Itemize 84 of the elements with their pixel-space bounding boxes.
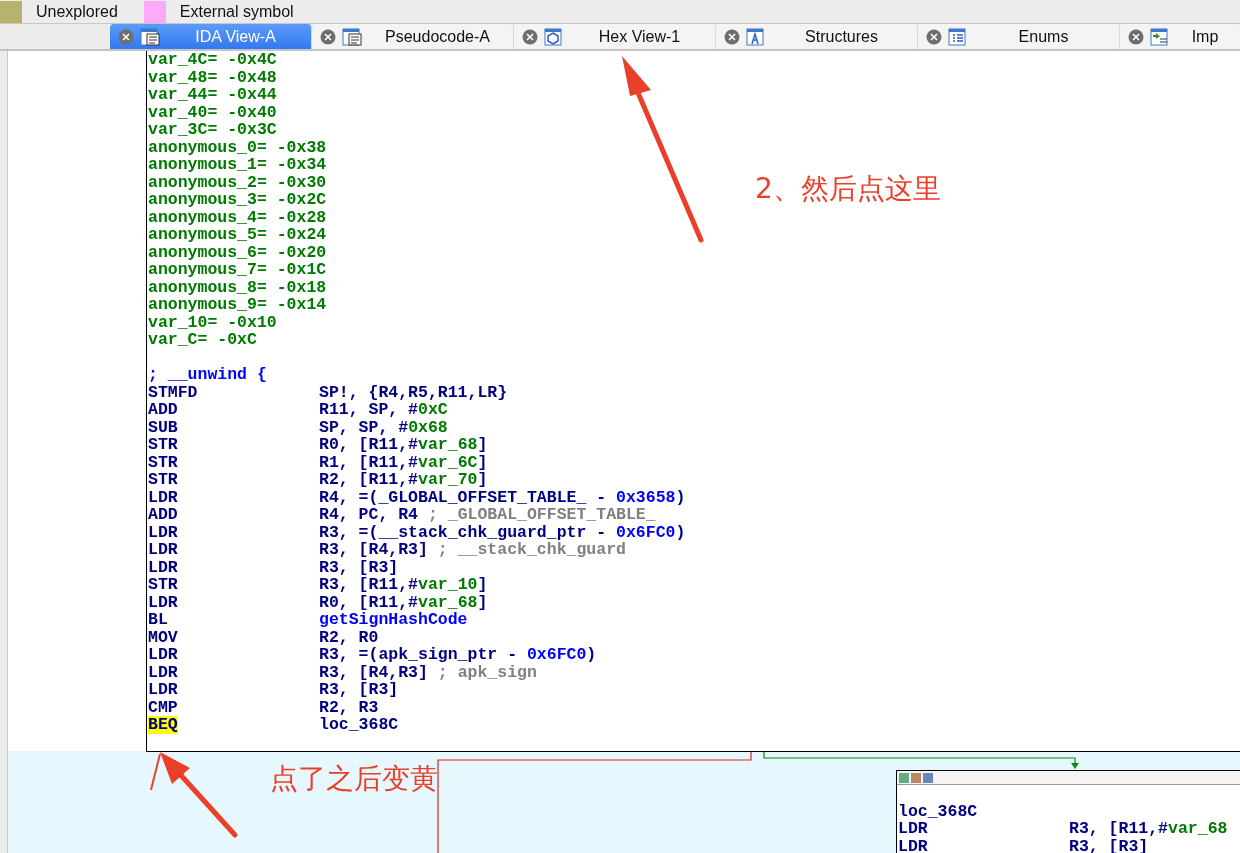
instruction-mnemonic: ADD [148, 401, 178, 419]
instruction-operands: R1, [R11,#var_6C] [319, 453, 488, 471]
instruction-operands: SP, SP, #0x68 [319, 418, 448, 436]
instruction-operands: R0, [R11,#var_68] [319, 593, 488, 611]
close-icon[interactable] [320, 28, 336, 45]
stack-variable: var_C= -0xC [148, 331, 257, 349]
close-icon[interactable] [1128, 28, 1144, 45]
document-icon [140, 27, 160, 46]
document-icon [342, 27, 362, 46]
import-icon [1150, 27, 1170, 46]
stack-variable: anonymous_3= -0x2C [148, 191, 327, 209]
stack-variable: anonymous_2= -0x30 [148, 173, 327, 191]
instruction-mnemonic: BEQ [148, 716, 178, 734]
stack-variable: anonymous_7= -0x1C [148, 261, 327, 279]
view-tab[interactable]: Enums [918, 24, 1120, 49]
instruction-operands: R4, PC, R4 ; _GLOBAL_OFFSET_TABLE_ [319, 506, 656, 524]
instruction-mnemonic: LDR [148, 646, 178, 664]
instruction-mnemonic: LDR [898, 820, 928, 838]
legend-label: Unexplored [36, 2, 118, 21]
view-tab[interactable]: Pseudocode-A [312, 24, 514, 49]
instruction-operands: R0, [R11,#var_68] [319, 436, 488, 454]
structure-icon [746, 27, 766, 46]
stack-variable: anonymous_8= -0x18 [148, 278, 327, 296]
instruction-mnemonic: MOV [148, 628, 178, 646]
instruction-operands: R3, [R3] [319, 558, 399, 576]
instruction-operands: R3, [R4,R3] ; apk_sign [319, 663, 537, 681]
instruction-mnemonic: STMFD [148, 383, 198, 401]
instruction-mnemonic: CMP [148, 698, 178, 716]
stack-variable: anonymous_9= -0x14 [148, 296, 327, 314]
instruction-mnemonic: LDR [148, 663, 178, 681]
stack-variable: anonymous_4= -0x28 [148, 208, 327, 226]
legend-label: External symbol [179, 2, 294, 21]
instruction-operands: R2, R3 [319, 698, 379, 716]
stack-variable: var_4C= -0x4C [148, 51, 277, 69]
annotation-text: 点了之后变黄 [270, 761, 438, 797]
instruction-operands: R3, =(apk_sign_ptr - 0x6FC0) [319, 646, 597, 664]
close-icon[interactable] [926, 28, 942, 45]
instruction-mnemonic: LDR [148, 541, 178, 559]
instruction-operands: getSignHashCode [319, 611, 468, 629]
stack-variable: anonymous_1= -0x34 [148, 156, 327, 174]
stack-variable: var_48= -0x48 [148, 68, 277, 86]
instruction-mnemonic: LDR [148, 558, 178, 576]
code-label: loc_368C [898, 802, 978, 820]
instruction-mnemonic: LDR [148, 488, 178, 506]
list-icon [948, 27, 968, 46]
view-tab[interactable]: Structures [716, 24, 918, 49]
stack-variable: var_40= -0x40 [148, 103, 277, 121]
instruction-mnemonic: ADD [148, 506, 178, 524]
instruction-mnemonic: LDR [148, 681, 178, 699]
instruction-mnemonic: LDR [148, 593, 178, 611]
instruction-operands: R3, [R11,#var_10] [319, 576, 488, 594]
instruction-operands: loc_368C [319, 716, 399, 734]
instruction-mnemonic: STR [148, 471, 178, 489]
stack-variable: var_3C= -0x3C [148, 121, 277, 139]
instruction-operands: SP!, {R4,R5,R11,LR} [319, 383, 508, 401]
instruction-mnemonic: STR [148, 576, 178, 594]
stack-variable: var_10= -0x10 [148, 313, 277, 331]
instruction-mnemonic: STR [148, 436, 178, 454]
view-tab[interactable]: Hex View-1 [514, 24, 716, 49]
instruction-mnemonic: LDR [148, 523, 178, 541]
instruction-operands: R4, =(_GLOBAL_OFFSET_TABLE_ - 0x3658) [319, 488, 686, 506]
instruction-mnemonic: STR [148, 453, 178, 471]
node-toolbar-icons-drawing[interactable] [899, 772, 933, 783]
instruction-operands: R2, R0 [319, 628, 379, 646]
instruction-mnemonic: LDR [898, 837, 928, 853]
close-icon[interactable] [724, 28, 740, 45]
instruction-operands: R3, [R3] [1069, 837, 1149, 853]
stack-variable: anonymous_5= -0x24 [148, 226, 327, 244]
code-comment: ; __unwind { [148, 366, 267, 384]
view-tab[interactable]: Imp [1120, 24, 1240, 49]
instruction-mnemonic: BL [148, 611, 168, 629]
instruction-operands: R3, [R4,R3] ; __stack_chk_guard [319, 541, 626, 559]
instruction-operands: R2, [R11,#var_70] [319, 471, 488, 489]
stack-variable: var_44= -0x44 [148, 86, 277, 104]
stack-variable: anonymous_6= -0x20 [148, 243, 327, 261]
instruction-operands: R3, [R3] [319, 681, 399, 699]
close-icon[interactable] [118, 28, 134, 45]
close-icon[interactable] [522, 28, 538, 45]
instruction-operands: R3, [R11,#var_68 [1069, 820, 1228, 838]
annotation-text: 2、然后点这里 [755, 171, 941, 207]
instruction-operands: R11, SP, #0xC [319, 401, 448, 419]
instruction-mnemonic: SUB [148, 418, 178, 436]
instruction-operands: R3, =(__stack_chk_guard_ptr - 0x6FC0) [319, 523, 686, 541]
stack-variable: anonymous_0= -0x38 [148, 138, 327, 156]
